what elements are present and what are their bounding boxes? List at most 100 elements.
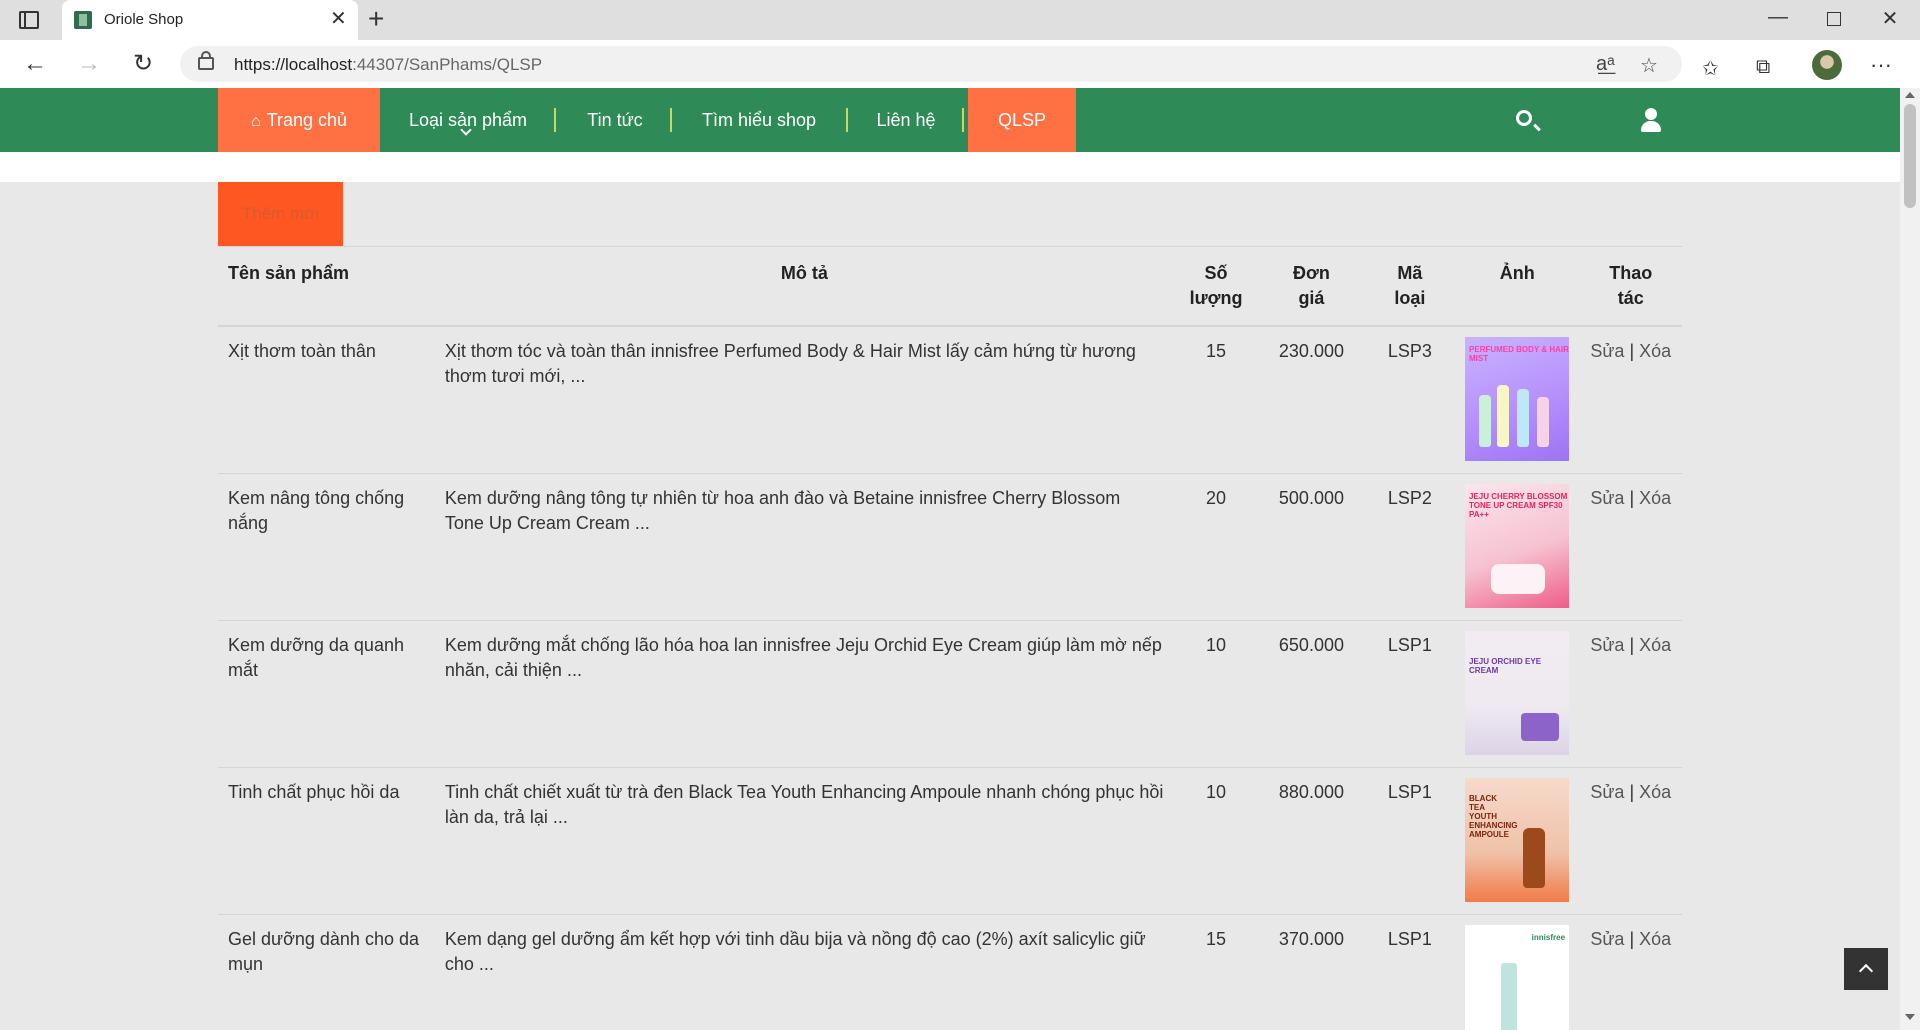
search-icon[interactable]: [1516, 110, 1532, 126]
header-image: Ảnh: [1455, 246, 1580, 327]
cell-image: BLACK TEA YOUTH ENHANCING AMPOULE: [1455, 767, 1580, 915]
delete-link[interactable]: Xóa: [1639, 635, 1671, 655]
add-favorite-icon[interactable]: ☆: [1640, 53, 1658, 78]
cell-actions: Sửa | Xóa: [1579, 620, 1682, 768]
scroll-down-icon[interactable]: [1905, 1014, 1915, 1020]
table-row: Tinh chất phục hồi da Tinh chất chiết xu…: [218, 767, 1682, 915]
address-bar[interactable]: https://localhost:44307/SanPhams/QLSP a͟…: [180, 46, 1682, 82]
browser-tab-bar: Oriole Shop ✕ + — ✕: [0, 0, 1920, 40]
cell-price: 650.000: [1258, 620, 1365, 768]
site-favicon-icon: [74, 11, 92, 29]
cell-price: 230.000: [1258, 325, 1365, 474]
edit-link[interactable]: Sửa: [1590, 635, 1624, 655]
cell-image: PERFUMED BODY & HAIR MIST: [1455, 325, 1580, 474]
page-viewport: ⌂ Trang chủ Loại sản phẩm Tin tức Tìm hiể…: [0, 88, 1900, 1030]
table-row: Xịt thơm toàn thân Xịt thơm tóc và toàn …: [218, 325, 1682, 474]
edit-link[interactable]: Sửa: [1590, 341, 1624, 361]
cell-name: Gel dưỡng dành cho da mụn: [218, 914, 431, 1030]
read-aloud-icon[interactable]: a͟ᵃ: [1596, 53, 1615, 76]
back-arrow-icon[interactable]: ←: [20, 50, 50, 78]
user-icon[interactable]: [1640, 108, 1662, 132]
cell-description: Xịt thơm tóc và toàn thân innisfree Perf…: [430, 325, 1174, 474]
cell-image: JEJU CHERRY BLOSSOM TONE UP CREAM SPF30 …: [1455, 473, 1580, 621]
table-header-row: Tên sản phẩm Mô tả Số lượng Đơn giá Mã loại…: [218, 246, 1682, 327]
lock-icon[interactable]: [198, 51, 214, 70]
action-separator: |: [1629, 782, 1635, 802]
product-table: Tên sản phẩm Mô tả Số lượng Đơn giá Mã loại…: [218, 246, 1682, 1030]
header-spacer: [0, 152, 1900, 182]
nav-home[interactable]: ⌂ Trang chủ: [218, 88, 380, 152]
new-tab-icon[interactable]: +: [368, 4, 384, 34]
scroll-up-icon[interactable]: [1905, 92, 1915, 98]
add-new-button[interactable]: Thêm mới: [218, 182, 343, 246]
cell-description: Kem dưỡng nâng tông tự nhiên từ hoa anh …: [430, 473, 1174, 621]
nav-about-shop[interactable]: Tìm hiểu shop: [684, 88, 834, 152]
nav-news[interactable]: Tin tức: [572, 88, 658, 152]
browser-tab[interactable]: Oriole Shop ✕: [62, 0, 358, 40]
page-scrollbar[interactable]: [1900, 88, 1920, 1030]
header-name: Tên sản phẩm: [218, 246, 431, 327]
nav-product-types[interactable]: Loại sản phẩm: [388, 88, 548, 152]
action-separator: |: [1629, 929, 1635, 949]
header-price: Đơn giá: [1258, 246, 1365, 327]
cell-actions: Sửa | Xóa: [1579, 767, 1682, 915]
cell-price: 370.000: [1258, 914, 1365, 1030]
header-description: Mô tả: [430, 246, 1174, 327]
cell-name: Xịt thơm toàn thân: [218, 325, 431, 474]
cell-quantity: 15: [1173, 914, 1259, 1030]
profile-avatar[interactable]: [1812, 50, 1842, 80]
nav-qlsp-label: QLSP: [997, 110, 1047, 130]
nav-contact-label: Liên hệ: [876, 110, 936, 130]
forward-arrow-icon[interactable]: →: [74, 50, 104, 78]
cell-type-code: LSP1: [1364, 767, 1456, 915]
cell-image: innisfree: [1455, 914, 1580, 1030]
delete-link[interactable]: Xóa: [1639, 929, 1671, 949]
reload-icon[interactable]: ↻: [128, 50, 158, 78]
product-image: JEJU ORCHID EYE CREAM: [1465, 631, 1570, 755]
table-row: Gel dưỡng dành cho da mụn Kem dạng gel d…: [218, 914, 1682, 1030]
home-icon: ⌂: [250, 113, 261, 130]
delete-link[interactable]: Xóa: [1639, 341, 1671, 361]
delete-link[interactable]: Xóa: [1639, 782, 1671, 802]
scroll-to-top-button[interactable]: [1844, 948, 1888, 990]
maximize-icon[interactable]: [1814, 6, 1854, 32]
site-navbar: ⌂ Trang chủ Loại sản phẩm Tin tức Tìm hiể…: [0, 88, 1900, 152]
window-close-icon[interactable]: ✕: [1870, 6, 1910, 31]
delete-link[interactable]: Xóa: [1639, 488, 1671, 508]
close-tab-icon[interactable]: ✕: [330, 8, 347, 30]
header-actions: Thao tác: [1579, 246, 1682, 327]
edit-link[interactable]: Sửa: [1590, 488, 1624, 508]
cell-price: 500.000: [1258, 473, 1365, 621]
nav-qlsp[interactable]: QLSP: [968, 88, 1076, 152]
cell-quantity: 10: [1173, 620, 1259, 768]
edit-link[interactable]: Sửa: [1590, 782, 1624, 802]
cell-name: Kem dưỡng da quanh mắt: [218, 620, 431, 768]
action-separator: |: [1629, 341, 1635, 361]
product-image: PERFUMED BODY & HAIR MIST: [1465, 337, 1570, 461]
minimize-icon[interactable]: —: [1758, 6, 1798, 29]
cell-price: 880.000: [1258, 767, 1365, 915]
cell-actions: Sửa | Xóa: [1579, 325, 1682, 474]
table-row: Kem nâng tông chống nắng Kem dưỡng nâng …: [218, 473, 1682, 621]
collections-icon[interactable]: ⧉: [1756, 56, 1770, 79]
table-row: Kem dưỡng da quanh mắt Kem dưỡng mắt chố…: [218, 620, 1682, 768]
cell-type-code: LSP1: [1364, 914, 1456, 1030]
product-image: JEJU CHERRY BLOSSOM TONE UP CREAM SPF30 …: [1465, 484, 1570, 608]
product-image: BLACK TEA YOUTH ENHANCING AMPOULE: [1465, 778, 1570, 902]
scrollbar-thumb[interactable]: [1904, 104, 1916, 208]
cell-type-code: LSP2: [1364, 473, 1456, 621]
url-text[interactable]: https://localhost:44307/SanPhams/QLSP: [234, 55, 542, 75]
browser-toolbar: ← → ↻ https://localhost:44307/SanPhams/Q…: [0, 40, 1920, 89]
more-options-icon[interactable]: ···: [1870, 52, 1892, 78]
nav-news-label: Tin tức: [587, 110, 643, 130]
tab-actions-icon[interactable]: [16, 8, 42, 32]
cell-quantity: 15: [1173, 325, 1259, 474]
edit-link[interactable]: Sửa: [1590, 929, 1624, 949]
header-quantity: Số lượng: [1173, 246, 1259, 327]
action-separator: |: [1629, 488, 1635, 508]
cell-quantity: 10: [1173, 767, 1259, 915]
favorites-icon[interactable]: ✩: [1702, 56, 1719, 81]
nav-contact[interactable]: Liên hệ: [860, 88, 952, 152]
cell-type-code: LSP3: [1364, 325, 1456, 474]
header-type-code: Mã loại: [1364, 246, 1456, 327]
